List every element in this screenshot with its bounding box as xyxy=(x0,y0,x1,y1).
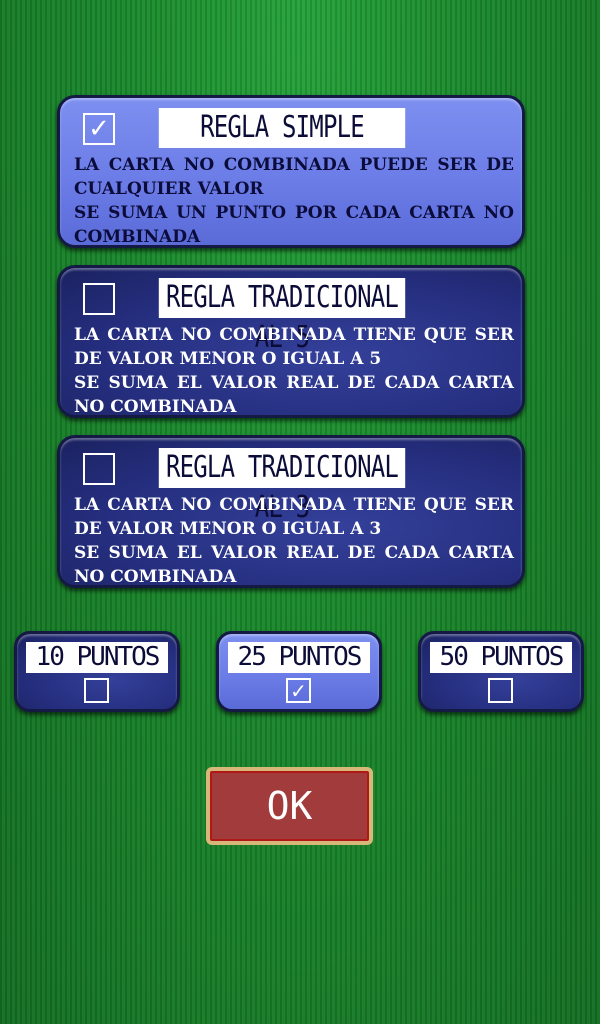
points-option-50[interactable]: 50 PUNTOS xyxy=(418,631,584,712)
rule-description: La carta no combinada tiene que ser de v… xyxy=(74,323,514,419)
points-label: 50 PUNTOS xyxy=(430,642,572,673)
rule-description: La carta no combinada tiene que ser de v… xyxy=(74,493,514,589)
points-label: 10 PUNTOS xyxy=(26,642,168,673)
rule-line: Se suma el valor real de cada carta no c… xyxy=(74,373,514,417)
rule-title: REGLA TRADICIONAL AL 3 xyxy=(158,448,406,525)
rule-line: Se suma un punto por cada carta no combi… xyxy=(74,203,514,247)
rule-line: La carta no combinada puede ser de cualq… xyxy=(74,155,514,199)
ok-button[interactable]: OK xyxy=(206,767,373,845)
points-checkbox-25[interactable]: ✓ xyxy=(286,678,311,703)
rule-line: Se suma el valor real de cada carta no c… xyxy=(74,543,514,587)
rule-panel-simple[interactable]: ✓ REGLA SIMPLE La carta no combinada pue… xyxy=(57,95,525,248)
points-option-25[interactable]: 25 PUNTOS ✓ xyxy=(216,631,382,712)
points-label: 25 PUNTOS xyxy=(228,642,370,673)
rule-title: REGLA TRADICIONAL AL 5 xyxy=(158,278,406,355)
rule-checkbox-simple[interactable]: ✓ xyxy=(83,113,115,145)
rule-checkbox-traditional-3[interactable] xyxy=(83,453,115,485)
rule-line: La carta no combinada tiene que ser de v… xyxy=(74,495,514,539)
points-option-10[interactable]: 10 PUNTOS xyxy=(14,631,180,712)
rule-description: La carta no combinada puede ser de cualq… xyxy=(74,153,514,249)
rule-checkbox-traditional-5[interactable] xyxy=(83,283,115,315)
rule-title: REGLA SIMPLE xyxy=(158,108,406,148)
rule-panel-traditional-5[interactable]: REGLA TRADICIONAL AL 5 La carta no combi… xyxy=(57,265,525,418)
points-checkbox-50[interactable] xyxy=(488,678,513,703)
rule-line: La carta no combinada tiene que ser de v… xyxy=(74,325,514,369)
rule-panel-traditional-3[interactable]: REGLA TRADICIONAL AL 3 La carta no combi… xyxy=(57,435,525,588)
points-checkbox-10[interactable] xyxy=(84,678,109,703)
